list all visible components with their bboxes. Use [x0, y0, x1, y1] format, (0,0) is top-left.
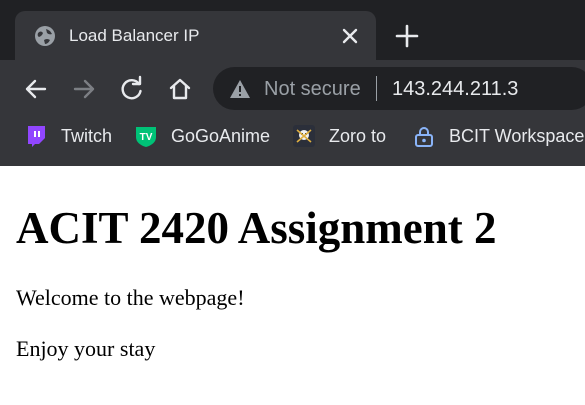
bookmark-label: Twitch: [61, 126, 113, 146]
twitch-icon: [28, 126, 45, 147]
back-arrow-icon[interactable]: [22, 75, 50, 103]
bookmark-label: Zoro to: [329, 126, 387, 146]
bookmark-label: BCIT Workspace: [449, 126, 585, 146]
page-content: ACIT 2420 Assignment 2 Welcome to the we…: [0, 166, 585, 405]
warning-icon[interactable]: [229, 79, 251, 99]
bookmarks-bar: Twitch TV GoGoAnime Zoro to BCIT Workspa…: [0, 116, 585, 166]
home-icon[interactable]: [166, 75, 194, 103]
omnibox-divider: [376, 76, 377, 101]
forward-arrow-icon[interactable]: [70, 75, 98, 103]
zoro-icon: [293, 125, 315, 147]
bookmark-label: GoGoAnime: [171, 126, 271, 146]
tab-strip: Load Balancer IP: [0, 0, 585, 60]
enjoy-text: Enjoy your stay: [16, 336, 156, 361]
gogoanime-icon: TV: [136, 127, 156, 147]
globe-icon: [35, 26, 55, 46]
browser-chrome: Load Balancer IP Not secure 143.244.211.…: [0, 0, 585, 166]
page-heading: ACIT 2420 Assignment 2: [16, 203, 497, 253]
svg-text:TV: TV: [140, 132, 153, 143]
toolbar: Not secure 143.244.211.3: [0, 60, 585, 116]
address-bar[interactable]: Not secure 143.244.211.3: [213, 67, 585, 110]
close-icon[interactable]: [339, 25, 361, 47]
welcome-text: Welcome to the webpage!: [16, 285, 245, 310]
lock-icon: [415, 127, 433, 147]
tab-load-balancer-ip[interactable]: Load Balancer IP: [15, 11, 376, 60]
reload-icon[interactable]: [118, 75, 146, 103]
new-tab-plus-icon[interactable]: [394, 23, 420, 49]
url-text[interactable]: 143.244.211.3: [392, 77, 518, 101]
tab-title: Load Balancer IP: [69, 26, 200, 45]
security-status[interactable]: Not secure: [264, 77, 361, 101]
